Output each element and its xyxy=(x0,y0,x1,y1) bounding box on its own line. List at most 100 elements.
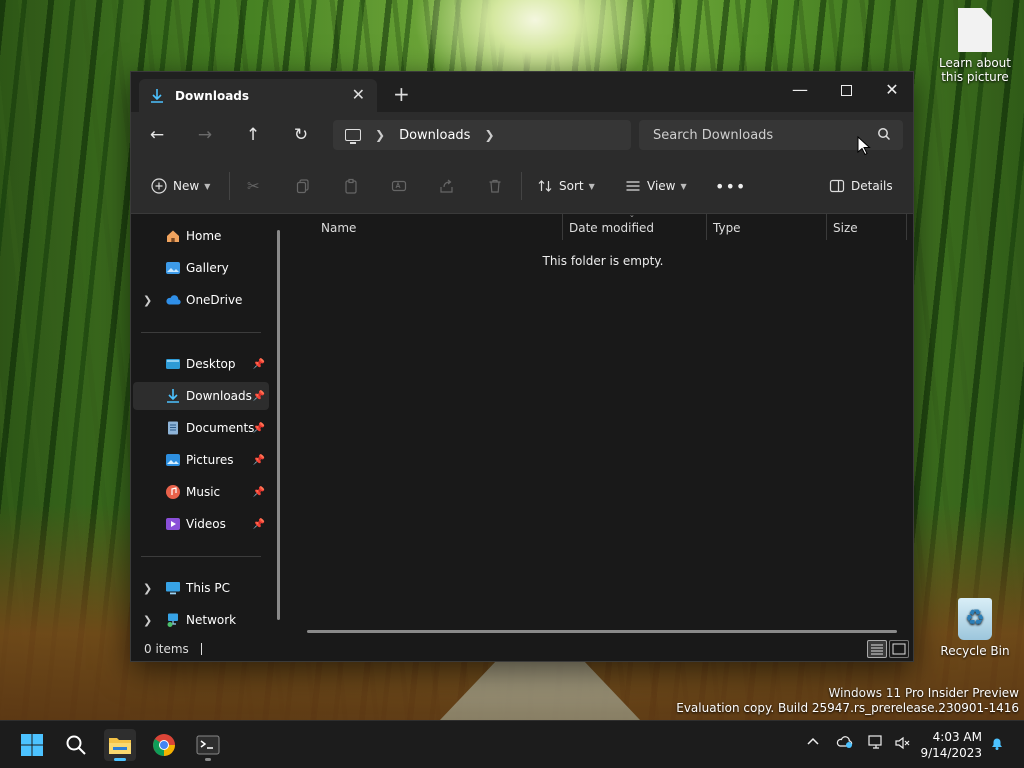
sidebar-item-onedrive[interactable]: ❯ OneDrive xyxy=(133,286,269,314)
active-indicator xyxy=(114,758,126,761)
sidebar-item-network[interactable]: ❯ Network xyxy=(133,606,269,634)
column-header-name[interactable]: Name xyxy=(321,214,356,242)
sidebar-item-label: OneDrive xyxy=(186,293,243,307)
close-tab-icon[interactable]: ✕ xyxy=(352,85,365,104)
sort-button[interactable]: Sort ▼ xyxy=(537,174,595,198)
breadcrumb-downloads[interactable]: Downloads xyxy=(399,128,470,143)
new-button[interactable]: New ▼ xyxy=(151,174,210,198)
volume-tray-button[interactable] xyxy=(894,735,910,755)
chevron-right-icon[interactable]: ❯ xyxy=(143,294,152,307)
pin-icon[interactable]: 📌 xyxy=(253,487,265,498)
home-icon xyxy=(167,230,179,242)
chevron-right-icon[interactable]: ❯ xyxy=(484,128,494,142)
title-bar[interactable]: Downloads ✕ + — ✕ xyxy=(131,72,913,112)
maximize-button[interactable] xyxy=(823,76,869,106)
new-tab-button[interactable]: + xyxy=(393,82,410,106)
music-icon xyxy=(166,485,180,499)
search-input[interactable] xyxy=(653,127,873,143)
evaluation-watermark: Windows 11 Pro Insider Preview Evaluatio… xyxy=(676,686,1019,716)
chevron-down-icon: ▼ xyxy=(204,181,211,191)
address-bar[interactable]: ❯ Downloads ❯ xyxy=(333,120,631,150)
sidebar-divider xyxy=(141,556,261,557)
sidebar-item-documents[interactable]: Documents 📌 xyxy=(133,414,269,442)
back-button[interactable]: ← xyxy=(143,122,171,148)
sidebar-item-label: Pictures xyxy=(186,453,234,467)
desktop-icon-label: Learn about this picture xyxy=(939,56,1011,84)
column-divider[interactable] xyxy=(906,214,907,240)
item-count: 0 items xyxy=(144,642,189,656)
cut-button[interactable]: ✂ xyxy=(247,174,260,198)
pictures-icon xyxy=(166,454,180,466)
search-icon xyxy=(66,735,86,755)
close-window-button[interactable]: ✕ xyxy=(869,76,915,106)
sidebar-item-videos[interactable]: Videos 📌 xyxy=(133,510,269,538)
copy-button[interactable] xyxy=(295,174,311,198)
sidebar-item-music[interactable]: Music 📌 xyxy=(133,478,269,506)
system-clock[interactable]: 4:03 AM 9/14/2023 xyxy=(918,729,982,761)
search-icon[interactable] xyxy=(877,127,891,141)
column-divider[interactable] xyxy=(826,214,827,240)
horizontal-scrollbar[interactable] xyxy=(307,630,897,633)
onedrive-tray-button[interactable] xyxy=(836,735,854,753)
taskbar-terminal[interactable] xyxy=(192,729,224,761)
sidebar-item-home[interactable]: Home xyxy=(133,222,269,250)
view-lines-icon xyxy=(626,181,640,191)
share-button[interactable] xyxy=(439,174,455,198)
tab-downloads[interactable]: Downloads ✕ xyxy=(139,79,377,112)
search-button[interactable] xyxy=(60,729,92,761)
pin-icon[interactable]: 📌 xyxy=(253,423,265,434)
sidebar-divider xyxy=(141,332,261,333)
view-button[interactable]: View ▼ xyxy=(625,174,687,198)
network-icon xyxy=(167,613,178,627)
pin-icon[interactable]: 📌 xyxy=(253,519,265,530)
sidebar-item-downloads[interactable]: Downloads 📌 xyxy=(133,382,269,410)
chevron-right-icon[interactable]: ❯ xyxy=(143,582,152,595)
sort-button-label: Sort xyxy=(559,179,584,193)
sidebar-item-this-pc[interactable]: ❯ This PC xyxy=(133,574,269,602)
sidebar-item-desktop[interactable]: Desktop 📌 xyxy=(133,350,269,378)
desktop-icon-learn-about-picture[interactable]: Learn about this picture xyxy=(930,8,1020,84)
network-status-icon xyxy=(868,735,882,749)
refresh-button[interactable]: ↻ xyxy=(287,122,315,148)
delete-button[interactable] xyxy=(487,174,503,198)
sidebar-scrollbar[interactable] xyxy=(277,230,280,620)
start-button[interactable] xyxy=(16,729,48,761)
taskbar-file-explorer[interactable] xyxy=(104,729,136,761)
minimize-button[interactable]: — xyxy=(777,76,823,106)
notifications-button[interactable] xyxy=(989,735,1005,755)
chevron-right-icon[interactable]: ❯ xyxy=(143,614,152,627)
column-header-date-modified[interactable]: Date modified xyxy=(569,214,654,242)
chevron-down-icon: ▼ xyxy=(588,181,595,191)
bell-icon xyxy=(992,738,1002,750)
more-options-button[interactable]: ••• xyxy=(715,174,746,198)
paste-button[interactable] xyxy=(343,174,359,198)
up-button[interactable]: ↑ xyxy=(239,122,267,148)
sidebar-item-pictures[interactable]: Pictures 📌 xyxy=(133,446,269,474)
chevron-right-icon[interactable]: ❯ xyxy=(375,128,385,142)
desktop-icon-recycle-bin[interactable]: ♻ Recycle Bin xyxy=(930,598,1020,658)
onedrive-cloud-icon xyxy=(836,736,853,748)
documents-icon xyxy=(168,421,178,435)
details-button-label: Details xyxy=(851,179,893,193)
sidebar-item-label: Music xyxy=(186,485,221,499)
thumbnail-view-button[interactable] xyxy=(889,640,909,658)
column-header-type[interactable]: Type xyxy=(713,214,741,242)
details-pane-icon xyxy=(829,179,845,193)
chrome-icon xyxy=(153,734,175,756)
show-hidden-icons-button[interactable] xyxy=(806,735,820,753)
sidebar-item-gallery[interactable]: Gallery xyxy=(133,254,269,282)
rename-button[interactable] xyxy=(391,174,407,198)
computer-icon xyxy=(345,129,361,144)
network-tray-button[interactable] xyxy=(868,735,886,755)
column-divider[interactable] xyxy=(706,214,707,240)
pin-icon[interactable]: 📌 xyxy=(253,455,265,466)
pin-icon[interactable]: 📌 xyxy=(253,391,265,402)
forward-button[interactable]: → xyxy=(191,122,219,148)
pin-icon[interactable]: 📌 xyxy=(253,359,265,370)
column-divider[interactable] xyxy=(562,214,563,240)
paste-icon xyxy=(345,178,357,194)
details-button[interactable]: Details xyxy=(829,174,893,198)
details-view-button[interactable] xyxy=(867,640,887,658)
taskbar-chrome[interactable] xyxy=(148,729,180,761)
column-header-size[interactable]: Size xyxy=(833,214,858,242)
